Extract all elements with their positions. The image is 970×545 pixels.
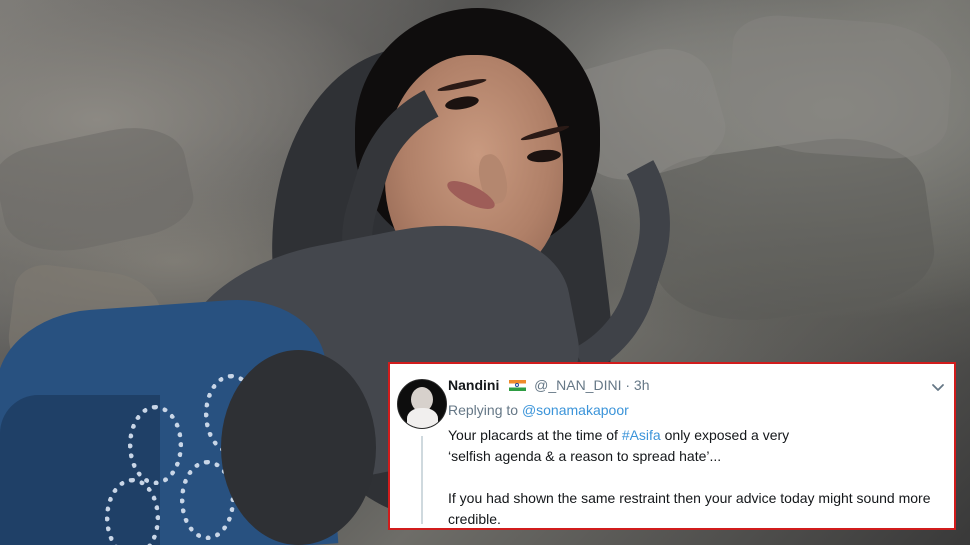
india-flag-icon — [509, 380, 527, 391]
tweet-text: Your placards at the time of #Asifa only… — [448, 425, 938, 530]
replying-to: Replying to @sonamakapoor — [448, 402, 629, 418]
tweet-header: Nandini @_NAN_DINI · 3h — [448, 377, 650, 397]
tweet-line-3: If you had shown the same restraint then… — [448, 490, 931, 506]
chevron-down-icon[interactable] — [930, 379, 946, 395]
reply-thread-line — [421, 436, 423, 524]
scarf-drop — [221, 350, 376, 545]
display-name[interactable]: Nandini — [448, 377, 499, 393]
time-separator: · — [625, 377, 631, 393]
reply-mention-link[interactable]: @sonamakapoor — [522, 402, 629, 418]
tweet-text-fragment: Your placards at the time of — [448, 427, 618, 443]
username[interactable]: @_NAN_DINI — [534, 377, 621, 393]
tweet-card[interactable]: Nandini @_NAN_DINI · 3h Replying to @son… — [388, 362, 956, 530]
jacket-motif — [128, 405, 183, 485]
replying-to-label: Replying to — [448, 402, 519, 418]
tweet-line-2: ‘selfish agenda & a reason to spread hat… — [448, 448, 722, 464]
tweet-line-4: credible. — [448, 511, 501, 527]
hashtag-asifa-link[interactable]: #Asifa — [622, 427, 661, 443]
avatar[interactable] — [397, 379, 447, 429]
tweet-text-fragment: only exposed a very — [664, 427, 790, 443]
tweet-time[interactable]: 3h — [634, 377, 650, 393]
tweet-line-1: Your placards at the time of #Asifa only… — [448, 425, 938, 446]
